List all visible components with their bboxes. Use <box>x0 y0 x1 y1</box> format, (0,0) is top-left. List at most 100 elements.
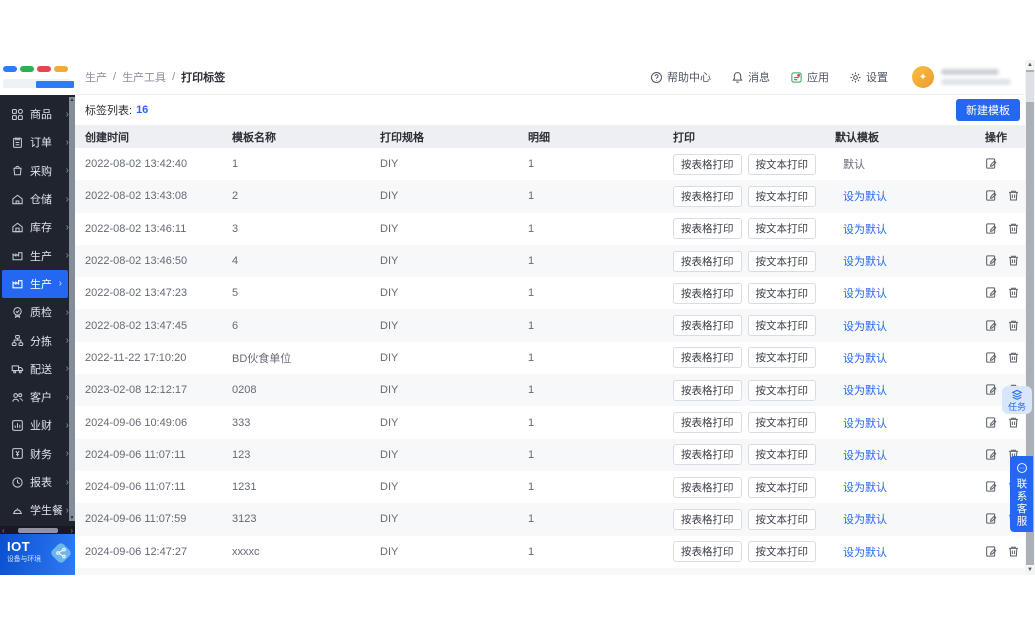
delete-icon[interactable] <box>1007 189 1021 203</box>
print-by-table-button[interactable]: 按表格打印 <box>673 379 742 401</box>
print-by-text-button[interactable]: 按文本打印 <box>747 379 816 401</box>
logo-bar-blue <box>3 66 17 72</box>
logo-underline <box>36 81 74 88</box>
settings-button[interactable]: 设置 <box>849 69 888 85</box>
sidebar-item-student-meals[interactable]: 学生餐 › <box>0 496 75 524</box>
set-default-link[interactable]: 设为默认 <box>843 418 887 430</box>
table-row: 2023-02-08 12:12:17 0208 DIY 1 按表格打印 按文本… <box>75 374 1025 407</box>
sidebar-item-customers[interactable]: 客户 › <box>0 383 75 411</box>
edit-template-icon[interactable] <box>985 545 999 559</box>
print-by-text-button[interactable]: 按文本打印 <box>747 444 816 466</box>
sidebar-item-products[interactable]: 商品 › <box>0 100 75 128</box>
delete-icon[interactable] <box>1007 222 1021 236</box>
cell-print-spec: DIY <box>380 351 399 364</box>
print-by-table-button[interactable]: 按表格打印 <box>673 541 742 563</box>
new-template-button[interactable]: 新建模板 <box>956 99 1020 121</box>
breadcrumb-item-production-tools[interactable]: 生产工具 <box>122 69 166 85</box>
edit-template-icon[interactable] <box>985 448 999 462</box>
print-by-text-button[interactable]: 按文本打印 <box>747 218 816 240</box>
user-menu[interactable]: ✦ <box>912 66 1011 88</box>
sidebar-item-quality-check[interactable]: 质检 › <box>0 298 75 326</box>
cell-created-time: 2023-02-08 12:12:17 <box>85 384 188 397</box>
edit-template-icon[interactable] <box>985 157 999 171</box>
edit-template-icon[interactable] <box>985 351 999 365</box>
delete-icon[interactable] <box>1007 319 1021 333</box>
delete-icon[interactable] <box>1007 545 1021 559</box>
print-by-table-button[interactable]: 按表格打印 <box>673 412 742 434</box>
horizontal-scroll-thumb[interactable] <box>17 528 58 533</box>
sidebar-item-inventory[interactable]: 库存 › <box>0 213 75 241</box>
set-default-link[interactable]: 设为默认 <box>843 288 887 300</box>
edit-template-icon[interactable] <box>985 222 999 236</box>
sidebar-item-finance[interactable]: 财务 › <box>0 440 75 468</box>
help-center-button[interactable]: 帮助中心 <box>650 69 711 85</box>
messages-button[interactable]: 消息 <box>731 69 770 85</box>
print-by-text-button[interactable]: 按文本打印 <box>747 412 816 434</box>
sidebar-item-sorting[interactable]: 分拣 › <box>0 326 75 354</box>
print-by-table-button[interactable]: 按表格打印 <box>673 185 742 207</box>
print-by-text-button[interactable]: 按文本打印 <box>747 153 816 175</box>
print-by-table-button[interactable]: 按表格打印 <box>673 153 742 175</box>
edit-template-icon[interactable] <box>985 286 999 300</box>
next-row-peek <box>75 568 1025 575</box>
print-by-text-button[interactable]: 按文本打印 <box>747 185 816 207</box>
print-by-text-button[interactable]: 按文本打印 <box>747 476 816 498</box>
edit-template-icon[interactable] <box>985 254 999 268</box>
sidebar-item-production-tools[interactable]: 生产 › <box>0 241 75 269</box>
edit-template-icon[interactable] <box>985 480 999 494</box>
set-default-link[interactable]: 设为默认 <box>843 547 887 559</box>
sidebar-item-delivery[interactable]: 配送 › <box>0 355 75 383</box>
print-by-text-button[interactable]: 按文本打印 <box>747 347 816 369</box>
print-by-table-button[interactable]: 按表格打印 <box>673 508 742 530</box>
set-default-link[interactable]: 设为默认 <box>843 256 887 268</box>
tasks-floating-button[interactable]: 任务 <box>1002 386 1032 414</box>
sidebar-item-business-finance[interactable]: 业财 › <box>0 411 75 439</box>
delete-icon[interactable] <box>1007 286 1021 300</box>
set-default-link[interactable]: 设为默认 <box>843 224 887 236</box>
delete-icon[interactable] <box>1007 351 1021 365</box>
set-default-link[interactable]: 设为默认 <box>843 514 887 526</box>
edit-template-icon[interactable] <box>985 416 999 430</box>
cell-template-name: 1231 <box>232 481 257 494</box>
customer-service-floating-button[interactable]: 联系客服 <box>1010 456 1033 532</box>
sidebar-item-orders[interactable]: 订单 › <box>0 128 75 156</box>
scroll-down-icon[interactable]: ▼ <box>1025 565 1035 575</box>
set-default-link[interactable]: 设为默认 <box>843 321 887 333</box>
sidebar-item-purchasing[interactable]: 采购 › <box>0 157 75 185</box>
print-by-text-button[interactable]: 按文本打印 <box>747 282 816 304</box>
delete-icon[interactable] <box>1007 416 1021 430</box>
edit-template-icon[interactable] <box>985 383 999 397</box>
print-by-text-button[interactable]: 按文本打印 <box>747 508 816 530</box>
scrollbar-thumb[interactable] <box>1026 72 1034 102</box>
sidebar-item-reports[interactable]: 报表 › <box>0 468 75 496</box>
scroll-up-icon[interactable]: ▲ <box>1025 60 1035 70</box>
print-by-table-button[interactable]: 按表格打印 <box>673 476 742 498</box>
set-default-link[interactable]: 设为默认 <box>843 482 887 494</box>
print-by-table-button[interactable]: 按表格打印 <box>673 347 742 369</box>
sidebar-item-production-active[interactable]: 生产 › <box>2 269 68 299</box>
help-circle-icon <box>650 71 663 84</box>
set-default-link[interactable]: 设为默认 <box>843 450 887 462</box>
print-by-table-button[interactable]: 按表格打印 <box>673 315 742 337</box>
print-by-text-button[interactable]: 按文本打印 <box>747 315 816 337</box>
delete-icon[interactable] <box>1007 254 1021 268</box>
breadcrumb-item-production[interactable]: 生产 <box>85 69 107 85</box>
factory-icon <box>11 249 24 262</box>
print-by-table-button[interactable]: 按表格打印 <box>673 218 742 240</box>
print-by-text-button[interactable]: 按文本打印 <box>747 250 816 272</box>
edit-template-icon[interactable] <box>985 189 999 203</box>
sidebar-item-warehouse[interactable]: 仓储 › <box>0 185 75 213</box>
print-by-table-button[interactable]: 按表格打印 <box>673 250 742 272</box>
print-by-table-button[interactable]: 按表格打印 <box>673 282 742 304</box>
set-default-link[interactable]: 设为默认 <box>843 385 887 397</box>
print-by-text-button[interactable]: 按文本打印 <box>747 541 816 563</box>
edit-template-icon[interactable] <box>985 512 999 526</box>
set-default-link[interactable]: 设为默认 <box>843 191 887 203</box>
cell-print-actions: 按表格打印 按文本打印 <box>673 508 835 530</box>
apps-button[interactable]: 应用 <box>790 69 829 85</box>
set-default-link[interactable]: 设为默认 <box>843 353 887 365</box>
edit-template-icon[interactable] <box>985 319 999 333</box>
iot-banner[interactable]: IOT 设备与环境 <box>0 534 75 575</box>
app-logo[interactable] <box>0 60 75 95</box>
print-by-table-button[interactable]: 按表格打印 <box>673 444 742 466</box>
